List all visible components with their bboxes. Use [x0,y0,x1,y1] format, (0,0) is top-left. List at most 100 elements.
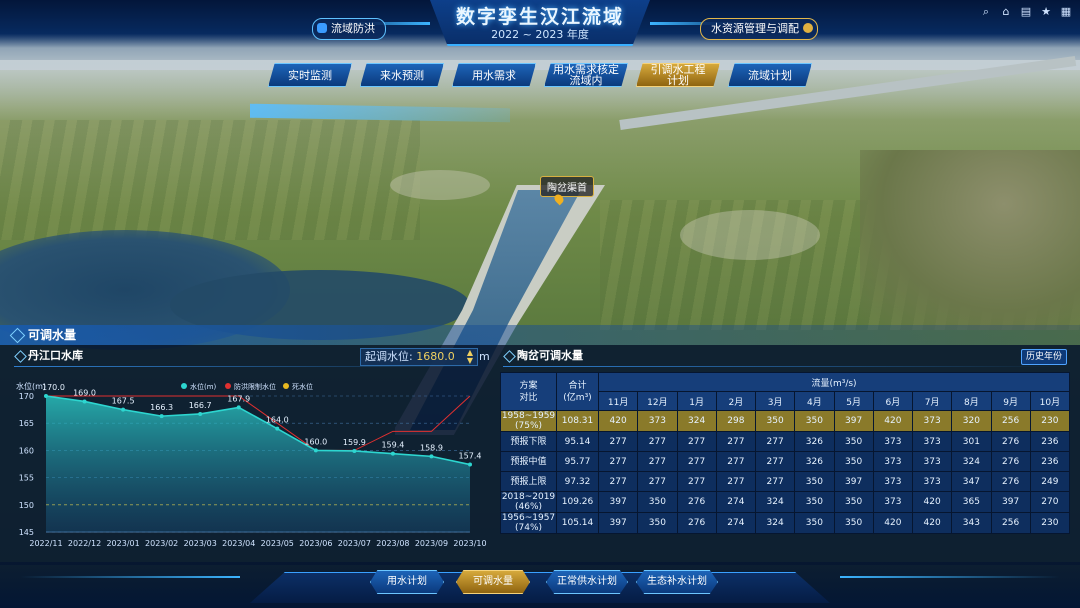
flow-cell: 301 [951,431,992,452]
data-point [121,407,126,412]
flow-cell: 350 [794,512,835,534]
data-point [82,399,87,404]
flow-cell: 230 [1029,512,1071,534]
flow-cell: 276 [676,491,717,513]
flow-cell: 373 [872,451,914,472]
flow-cell: 420 [911,491,953,513]
history-years-button[interactable]: 历史年份 [1021,349,1067,365]
flow-cell: 326 [794,431,835,452]
spinner-icon[interactable]: ▲ ▼ [467,349,473,365]
tab-demand-verification[interactable]: 用水需求核定 流域内 [544,63,628,87]
bottom-tab-eco-supply[interactable]: 生态补水计划 [636,570,718,594]
data-label: 166.7 [189,401,212,410]
bottom-tab-normal-supply[interactable]: 正常供水计划 [546,570,628,594]
star-icon[interactable]: ★ [1040,6,1052,18]
total-header-label: 合计 [568,380,587,391]
data-point [468,462,472,467]
scheme-cell: 2018~2019 (46%) [500,491,557,513]
x-tick-label: 2023/03 [184,539,217,548]
start-level-unit: m [479,350,490,363]
table-row[interactable]: 预报中值 95.77 277 277 277 277 277 326 350 373 373 324 2… [500,451,1071,472]
legend-marker [181,383,187,389]
data-point [352,448,357,453]
x-tick-label: 2023/05 [261,539,294,548]
x-tick-label: 2022/12 [68,539,101,548]
flow-cell: 350 [794,491,835,513]
bottom-nav-plate [250,572,830,603]
app-title: 数字孪生汉江流域 [455,6,624,28]
tab-diversion-plan[interactable]: 引调水工程 计划 [636,63,720,87]
tab-realtime-monitoring[interactable]: 实时监测 [268,63,352,87]
flow-cell: 350 [833,491,874,513]
data-label: 169.0 [73,388,96,397]
scheme-header: 方案 对比 [500,372,557,411]
month-header: 9月 [990,391,1031,411]
flow-cell: 277 [754,431,796,452]
chart-plot: 170.0 169.0 167.5 166.3 166.7 167.9 164.0 160.0… [42,383,481,532]
total-cell: 108.31 [556,410,599,432]
flow-cell: 320 [951,410,992,432]
flow-cell: 276 [990,471,1031,492]
y-tick-label: 145 [19,528,34,537]
nav-water-resources[interactable]: 水资源管理与调配 [700,18,818,40]
chart-legend: 水位(m) 防洪限制水位 死水位 [181,382,313,391]
flow-cell: 236 [1029,431,1071,452]
data-label: 167.9 [227,394,250,403]
flow-cell: 420 [872,410,914,432]
table-row[interactable]: 1956~1957 (74%) 105.14 397 350 276 274 324 350 3… [500,512,1071,534]
data-point [198,411,203,416]
flow-cell: 277 [715,471,757,492]
tab-basin-plan[interactable]: 流域计划 [728,63,812,87]
table-row[interactable]: 预报下限 95.14 277 277 277 277 277 326 350 373 373 301 2… [500,431,1071,452]
flow-cell: 397 [597,512,639,534]
bottom-tab-water-plan[interactable]: 用水计划 [370,570,444,594]
flow-cell: 350 [794,410,835,432]
scheme-cell: 1958~1959 (75%) [500,410,557,432]
data-label: 159.4 [381,441,404,450]
document-icon[interactable]: ▤ [1020,6,1032,18]
flow-cell: 324 [754,512,796,534]
data-label: 167.5 [112,397,135,406]
start-level-control[interactable]: 起调水位: 1680.0 ▲ ▼ m [360,348,490,366]
flow-cell: 274 [715,512,757,534]
toolbar: ⌕ ⌂ ▤ ★ ▦ [980,6,1072,22]
compare-header-label: 对比 [519,392,538,403]
flow-cell: 326 [794,451,835,472]
hills [860,150,1080,330]
flow-cell: 420 [911,512,953,534]
tab-water-demand[interactable]: 用水需求 [452,63,536,87]
data-point [429,454,434,459]
table-row[interactable]: 1958~1959 (75%) 108.31 420 373 324 298 350 350 3… [500,410,1071,432]
panel-title-text: 可调水量 [28,328,77,342]
start-level-value[interactable]: 1680.0 [416,350,455,363]
diversion-title: 陶岔可调水量 [503,346,583,366]
bottom-decoration [840,576,1060,578]
tab-label: 实时监测 [288,68,332,82]
farm-fields [0,120,420,240]
nav-flood-control[interactable]: 流域防洪 [312,18,386,40]
table-row[interactable]: 2018~2019 (46%) 109.26 397 350 276 274 324 350 3… [500,491,1071,513]
flow-cell: 230 [1029,410,1071,432]
table-row[interactable]: 预报上限 97.32 277 277 277 277 277 350 397 373 373 347 2… [500,471,1071,492]
flow-cell: 236 [1029,451,1071,472]
flow-cell: 277 [597,451,639,472]
home-icon[interactable]: ⌂ [1000,6,1012,18]
panel-title: 可调水量 [9,325,77,345]
diversion-table: 方案 对比 合计 (亿m³) 流量(m³/s) 11月 12月 1月 2月 3月 4月 5月… [500,372,1071,534]
flow-cell: 397 [833,471,874,492]
flow-cell: 350 [637,512,678,534]
flow-cell: 276 [990,451,1031,472]
flow-cell: 277 [637,471,678,492]
search-icon[interactable]: ⌕ [980,6,992,18]
nav-flood-control-label: 流域防洪 [331,22,375,35]
diamond-icon [14,350,27,363]
data-point [390,451,395,456]
bottom-tab-adjustable-water[interactable]: 可调水量 [456,570,530,594]
month-header: 11月 [597,391,639,411]
flow-header: 流量(m³/s) [598,372,1070,392]
tab-inflow-forecast[interactable]: 来水预测 [360,63,444,87]
poi-label[interactable]: 陶岔渠首 [540,176,594,197]
grid-icon[interactable]: ▦ [1060,6,1072,18]
y-tick-label: 150 [19,501,34,510]
flow-cell: 350 [637,491,678,513]
